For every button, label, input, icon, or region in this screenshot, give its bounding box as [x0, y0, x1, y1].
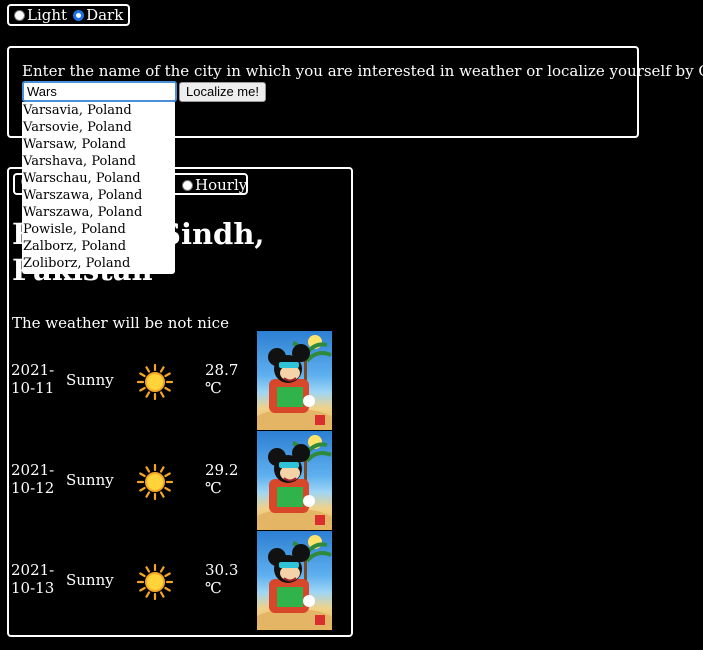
localize-me-button[interactable]: Localize me! [179, 82, 266, 102]
forecast-row: 2021-10-12 Sunny 29.2 ℃ [11, 431, 341, 531]
theme-toggle: Light Dark [7, 4, 131, 26]
suggestion-item[interactable]: Warsaw, Poland [22, 136, 175, 153]
forecast-date: 2021-10-12 [11, 461, 55, 497]
forecast-row: 2021-10-11 Sunny 28.7 ℃ [11, 331, 341, 431]
sun-icon [136, 463, 174, 501]
suggestion-item[interactable]: Powisle, Poland [22, 221, 175, 238]
theme-option-dark[interactable]: Dark [73, 6, 123, 24]
forecast-description: Sunny [66, 571, 114, 589]
forecast-list: 2021-10-11 Sunny 28.7 ℃ 2021-10-12 Sunny 29.… [11, 331, 341, 631]
suggestion-item[interactable]: Zalborz, Poland [22, 238, 175, 255]
forecast-date: 2021-10-13 [11, 561, 55, 597]
weather-illustration-image [257, 431, 332, 530]
forecast-row: 2021-10-13 Sunny 30.3 ℃ [11, 531, 341, 631]
forecast-temperature: 30.3 ℃ [205, 561, 239, 597]
sun-icon [136, 563, 174, 601]
weather-illustration-image [257, 531, 332, 630]
forecast-summary: The weather will be not nice [12, 314, 229, 332]
city-suggestions-dropdown: Varsavia, Poland Varsovie, Poland Warsaw, … [22, 102, 175, 274]
forecast-temperature: 29.2 ℃ [205, 461, 239, 497]
forecast-temperature: 28.7 ℃ [205, 361, 239, 397]
mode-option-hourly[interactable]: Hourly [182, 176, 247, 194]
dark-radio[interactable] [73, 9, 85, 21]
hourly-label: Hourly [195, 176, 248, 194]
search-prompt: Enter the name of the city in which you … [22, 62, 703, 80]
dark-label: Dark [86, 6, 124, 24]
suggestion-item[interactable]: Varsovie, Poland [22, 119, 175, 136]
forecast-date: 2021-10-11 [11, 361, 55, 397]
light-radio[interactable] [14, 9, 25, 21]
suggestion-item[interactable]: Warszawa, Poland [22, 204, 175, 221]
forecast-description: Sunny [66, 471, 114, 489]
theme-option-light[interactable]: Light [14, 6, 67, 24]
forecast-description: Sunny [66, 371, 114, 389]
sun-icon [136, 363, 174, 401]
suggestion-item[interactable]: Warschau, Poland [22, 170, 175, 187]
suggestion-item[interactable]: Varsavia, Poland [22, 102, 175, 119]
weather-illustration-image [257, 331, 332, 430]
suggestion-item[interactable]: Zoliborz, Poland [22, 255, 175, 272]
suggestion-item[interactable]: Varshava, Poland [22, 153, 175, 170]
suggestion-item[interactable]: Warszawa, Poland [22, 187, 175, 204]
light-label: Light [27, 6, 68, 24]
hourly-radio[interactable] [182, 179, 193, 191]
city-search-input[interactable]: Wars [22, 81, 177, 102]
